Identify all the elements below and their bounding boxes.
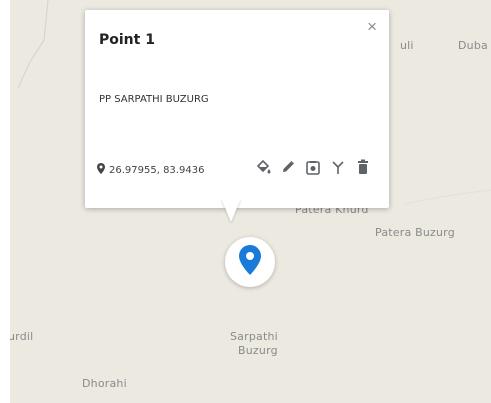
coordinates-text: 26.97955, 83.9436	[109, 164, 205, 176]
map-pin-icon	[97, 163, 105, 177]
place-label-patera-buzurg: Patera Buzurg	[375, 226, 455, 239]
place-label-urdil: urdil	[10, 330, 34, 343]
filter-icon[interactable]	[330, 158, 346, 176]
fill-color-icon[interactable]	[255, 158, 271, 176]
map-canvas[interactable]: uli Duba Patera Khurd Patera Buzurg urdi…	[10, 0, 491, 403]
popup-title: Point 1	[99, 32, 155, 48]
map-marker-icon	[239, 244, 261, 280]
delete-icon[interactable]	[355, 158, 371, 176]
place-label-duba: Duba	[458, 39, 488, 52]
place-label-uli: uli	[400, 39, 414, 52]
popup-pointer	[221, 198, 241, 222]
edit-icon[interactable]	[280, 158, 296, 176]
camera-icon[interactable]	[305, 158, 321, 176]
point-info-popup: Point 1 × PP SARPATHI BUZURG 26.97955, 8…	[85, 10, 389, 208]
place-label-dhorahi: Dhorahi	[82, 377, 127, 390]
place-label-sarpathi-buzurg: Buzurg	[238, 344, 278, 357]
point-description: PP SARPATHI BUZURG	[99, 94, 209, 105]
location-marker[interactable]	[225, 237, 275, 287]
popup-toolbar	[255, 158, 371, 176]
place-label-sarpathi: Sarpathi	[230, 330, 278, 343]
close-icon[interactable]: ×	[367, 18, 377, 36]
coordinates-row: 26.97955, 83.9436	[97, 163, 204, 177]
